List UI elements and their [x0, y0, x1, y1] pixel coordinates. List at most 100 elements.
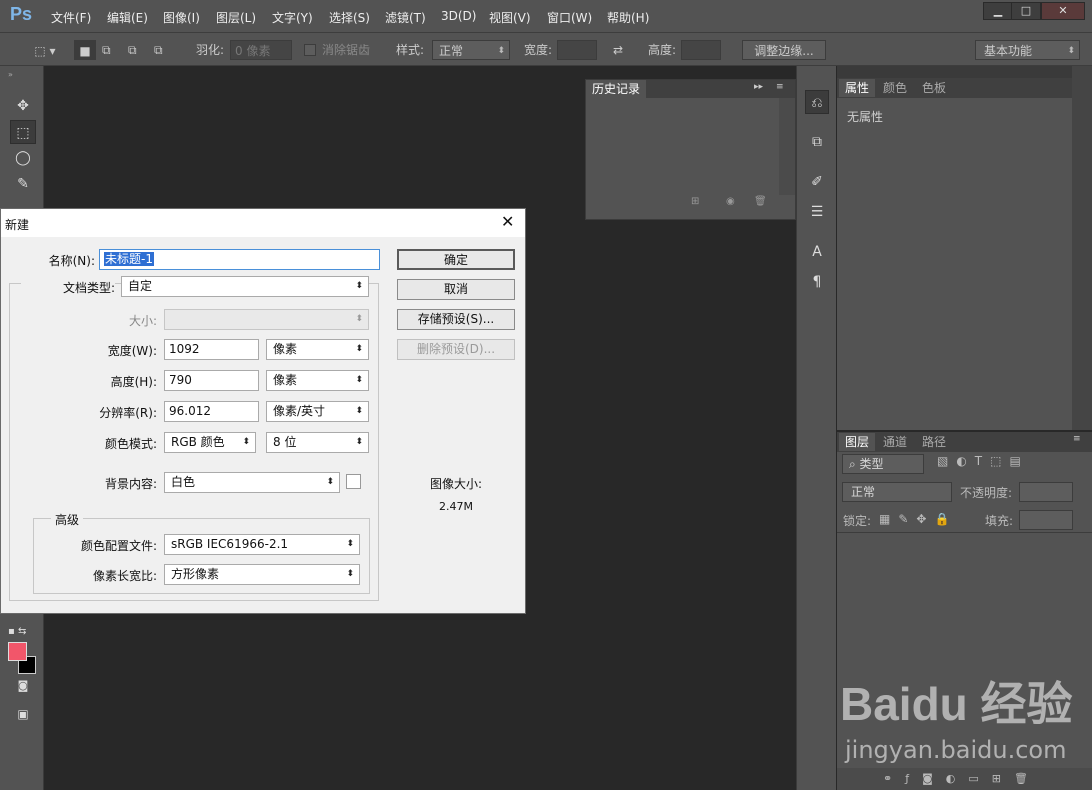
blend-mode-select[interactable]: 正常	[842, 482, 952, 502]
blend-mode-value: 正常	[851, 485, 876, 499]
color-profile-select[interactable]: sRGB IEC61966-2.1 ⬍	[164, 534, 360, 555]
height-input[interactable]: 790	[164, 370, 259, 391]
screen-mode-icon[interactable]: ▣	[10, 702, 36, 726]
expand-icon[interactable]: ▸▸	[754, 82, 763, 92]
history-scrollbar[interactable]	[779, 98, 795, 195]
menu-file[interactable]: 文件(F)	[51, 9, 91, 26]
swap-icon[interactable]: ⇄	[613, 40, 623, 60]
updown-icon: ⬍	[242, 437, 250, 447]
add-selection-icon[interactable]: ⧉	[102, 40, 118, 60]
foreground-color-swatch[interactable]	[8, 642, 27, 661]
quick-mask-icon[interactable]: ◙	[10, 674, 36, 698]
height-input[interactable]	[681, 40, 721, 60]
paragraph-icon[interactable]: ¶	[805, 270, 829, 294]
lock-icons[interactable]: ▦✎✥🔒	[879, 512, 957, 526]
menu-edit[interactable]: 编辑(E)	[107, 9, 148, 26]
resolution-input[interactable]: 96.012	[164, 401, 259, 422]
new-selection-icon[interactable]: ■	[74, 40, 96, 60]
feather-input[interactable]: 0 像素	[230, 40, 292, 60]
properties-scrollbar[interactable]	[1072, 66, 1092, 430]
width-input[interactable]	[557, 40, 597, 60]
adjustments-icon[interactable]: ☰	[805, 200, 829, 224]
updown-icon: ⬍	[355, 375, 363, 385]
menu-3d[interactable]: 3D(D)	[441, 9, 476, 23]
style-label: 样式:	[396, 43, 425, 57]
fill-input[interactable]	[1019, 510, 1073, 530]
resolution-unit-select[interactable]: 像素/英寸 ⬍	[266, 401, 369, 422]
layer-filter-select[interactable]: ⌕ 类型	[842, 454, 924, 474]
width-unit-select[interactable]: 像素 ⬍	[266, 339, 369, 360]
fill-label: 填充:	[985, 514, 1014, 528]
pixel-aspect-select[interactable]: 方形像素 ⬍	[164, 564, 360, 585]
maximize-button[interactable]: □	[1011, 2, 1041, 20]
chevron-down-icon: ⬍	[1067, 46, 1075, 56]
background-select[interactable]: 白色 ⬍	[164, 472, 340, 493]
marquee-preset-picker[interactable]: ⬚ ▾	[26, 40, 64, 60]
name-input[interactable]: 未标题-1	[99, 249, 380, 270]
navigator-icon[interactable]: ⧉	[805, 130, 829, 154]
menu-layer[interactable]: 图层(L)	[216, 9, 256, 26]
size-label: 大小:	[128, 314, 157, 328]
dialog-titlebar: 新建 ✕	[1, 209, 525, 237]
quick-select-tool-icon[interactable]: ✎	[10, 172, 36, 196]
save-preset-button[interactable]: 存储预设(S)...	[397, 309, 515, 330]
layer-actions-bar[interactable]: ⚭ƒ◙◐▭⊞🗑	[837, 768, 1092, 790]
trash-icon[interactable]: 🗑	[754, 196, 767, 207]
layers-tab-bar: 图层 通道 路径 ≡	[837, 432, 1092, 452]
menu-filter[interactable]: 滤镜(T)	[385, 9, 426, 26]
advanced-label[interactable]: 高级	[51, 511, 84, 528]
tab-paths[interactable]: 路径	[916, 433, 953, 451]
close-window-button[interactable]: ✕	[1041, 2, 1085, 20]
menu-view[interactable]: 视图(V)	[489, 9, 531, 26]
lasso-tool-icon[interactable]: ◯	[10, 146, 36, 170]
photoshop-logo: Ps	[10, 4, 33, 24]
style-select[interactable]: 正常 ⬍	[432, 40, 510, 60]
cancel-button[interactable]: 取消	[397, 279, 515, 300]
color-mode-select[interactable]: RGB 颜色 ⬍	[164, 432, 256, 453]
menu-select[interactable]: 选择(S)	[329, 9, 370, 26]
height-label: 高度(H):	[110, 375, 157, 389]
baidu-watermark-url: jingyan.baidu.com	[845, 736, 1067, 764]
history-icon[interactable]: ⎌	[805, 90, 829, 114]
intersect-selection-icon[interactable]: ⧉	[154, 40, 170, 60]
refine-edge-button[interactable]: 调整边缘...	[742, 40, 826, 60]
panel-menu-icon[interactable]: ≡	[776, 82, 784, 92]
delete-preset-button: 删除预设(D)...	[397, 339, 515, 360]
tab-history[interactable]: 历史记录	[586, 80, 647, 98]
tab-color[interactable]: 颜色	[877, 79, 914, 97]
ok-button[interactable]: 确定	[397, 249, 515, 270]
workspace-select[interactable]: 基本功能 ⬍	[975, 40, 1080, 60]
new-document-dialog: 新建 ✕ 名称(N): 未标题-1 文档类型: 自定 ⬍ 大小: ⬍ 宽度(W):…	[0, 208, 526, 614]
tab-channels[interactable]: 通道	[877, 433, 914, 451]
preset-select[interactable]: 自定 ⬍	[121, 276, 369, 297]
menu-help[interactable]: 帮助(H)	[607, 9, 649, 26]
tab-properties[interactable]: 属性	[839, 79, 876, 97]
bit-depth-select[interactable]: 8 位 ⬍	[266, 432, 369, 453]
minimize-button[interactable]: ▁	[983, 2, 1013, 20]
marquee-tool-icon[interactable]: ⬚	[10, 120, 36, 144]
layer-filter-value: 类型	[859, 457, 884, 471]
menu-window[interactable]: 窗口(W)	[547, 9, 592, 26]
dialog-close-icon[interactable]: ✕	[501, 212, 514, 231]
character-icon[interactable]: A	[805, 240, 829, 264]
collapse-icon[interactable]: »	[8, 70, 13, 79]
camera-icon[interactable]: ◉	[726, 196, 735, 207]
antialias-checkbox[interactable]	[304, 44, 316, 56]
subtract-selection-icon[interactable]: ⧉	[128, 40, 144, 60]
menu-type[interactable]: 文字(Y)	[272, 9, 313, 26]
properties-empty-text: 无属性	[847, 110, 884, 124]
panel-menu-icon[interactable]: ≡	[1073, 434, 1081, 444]
panel-header-strip	[837, 66, 1092, 78]
opacity-input[interactable]	[1019, 482, 1073, 502]
tab-layers[interactable]: 图层	[839, 433, 876, 451]
tab-swatches[interactable]: 色板	[916, 79, 953, 97]
height-unit-select[interactable]: 像素 ⬍	[266, 370, 369, 391]
move-tool-icon[interactable]: ✥	[10, 94, 36, 118]
width-input[interactable]: 1092	[164, 339, 259, 360]
menu-bar: Ps 文件(F) 编辑(E) 图像(I) 图层(L) 文字(Y) 选择(S) 滤…	[0, 0, 1092, 32]
new-document-icon[interactable]: ⊞	[691, 196, 699, 207]
default-colors-icon[interactable]: ▪ ⇆	[8, 626, 38, 640]
menu-image[interactable]: 图像(I)	[163, 9, 200, 26]
brush-presets-icon[interactable]: ✐	[805, 170, 829, 194]
layer-filter-icons[interactable]: ▧◐T⬚▤	[937, 454, 1029, 468]
